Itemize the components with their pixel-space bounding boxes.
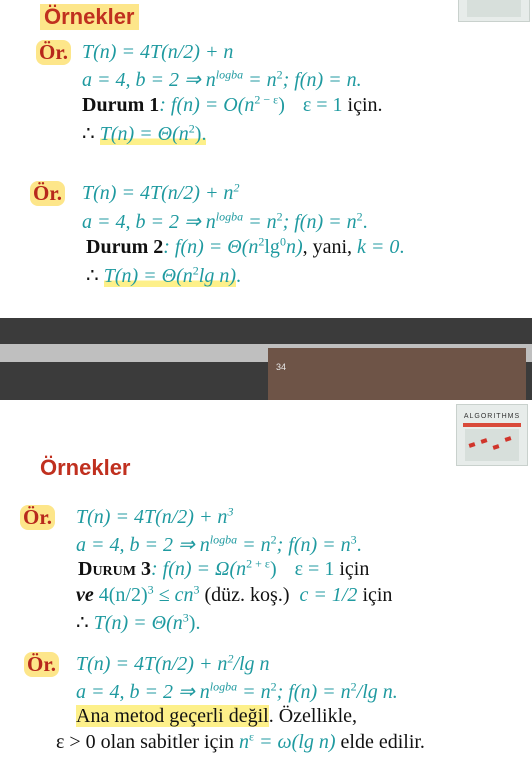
example-label: Ör. [24, 652, 59, 677]
parameters-line: a = 4, b = 2 ⇒ nlogba = n2; f(n) = n2/lg… [76, 679, 398, 703]
book-cover-image [458, 0, 530, 22]
slide-bottom: ALGORITHMS Örnekler Ör. T(n) = 4T(n/2) +… [0, 400, 532, 771]
book-cover-title: ALGORITHMS [463, 413, 521, 420]
condition-line: ε > 0 olan sabitler için nε = ω(lg n) el… [56, 729, 425, 753]
conclusion-line: ∴ T(n) = Θ(n2). [82, 121, 207, 145]
recurrence: T(n) = 4T(n/2) + n2 [82, 180, 240, 204]
slide-top: Örnekler Ör. T(n) = 4T(n/2) + n a = 4, b… [0, 0, 532, 318]
parameters-line: a = 4, b = 2 ⇒ nlogba = n2; f(n) = n. [82, 67, 362, 91]
page-number: 34 [276, 362, 287, 372]
case-line: Durum 1: f(n) = O(n2 − ε) ε = 1 için. [82, 92, 383, 116]
case-line: Durum 3: f(n) = Ω(n2 + ε) ε = 1 için [78, 556, 370, 580]
example-label: Ör. [30, 181, 65, 206]
slide-number-panel: 34 [268, 348, 526, 400]
parameters-line: a = 4, b = 2 ⇒ nlogba = n2; f(n) = n3. [76, 532, 362, 556]
slide-title: Örnekler [40, 4, 139, 30]
example-label: Ör. [20, 505, 55, 530]
example-label: Ör. [36, 40, 71, 65]
conclusion-line: ∴ T(n) = Θ(n2lg n). [86, 263, 241, 287]
book-cover-image: ALGORITHMS [456, 404, 528, 466]
conclusion-line: ∴ T(n) = Θ(n3). [76, 610, 201, 634]
case-line: Durum 2: f(n) = Θ(n2lg0n), yani, k = 0. [86, 234, 405, 258]
regularity-line: ve 4(n/2)3 ≤ cn3 (düz. koş.) c = 1/2 için [76, 582, 393, 606]
slide-divider: 34 [0, 318, 532, 400]
parameters-line: a = 4, b = 2 ⇒ nlogba = n2; f(n) = n2. [82, 209, 368, 233]
book-cover-art [467, 0, 521, 17]
book-cover-bar [463, 423, 521, 427]
book-cover-art [465, 429, 519, 461]
note-line: Ana metod geçerli değil. Özellikle, [76, 705, 358, 727]
recurrence: T(n) = 4T(n/2) + n [82, 41, 234, 63]
recurrence: T(n) = 4T(n/2) + n2/lg n [76, 651, 270, 675]
slide-title: Örnekler [40, 455, 131, 480]
recurrence: T(n) = 4T(n/2) + n3 [76, 504, 234, 528]
